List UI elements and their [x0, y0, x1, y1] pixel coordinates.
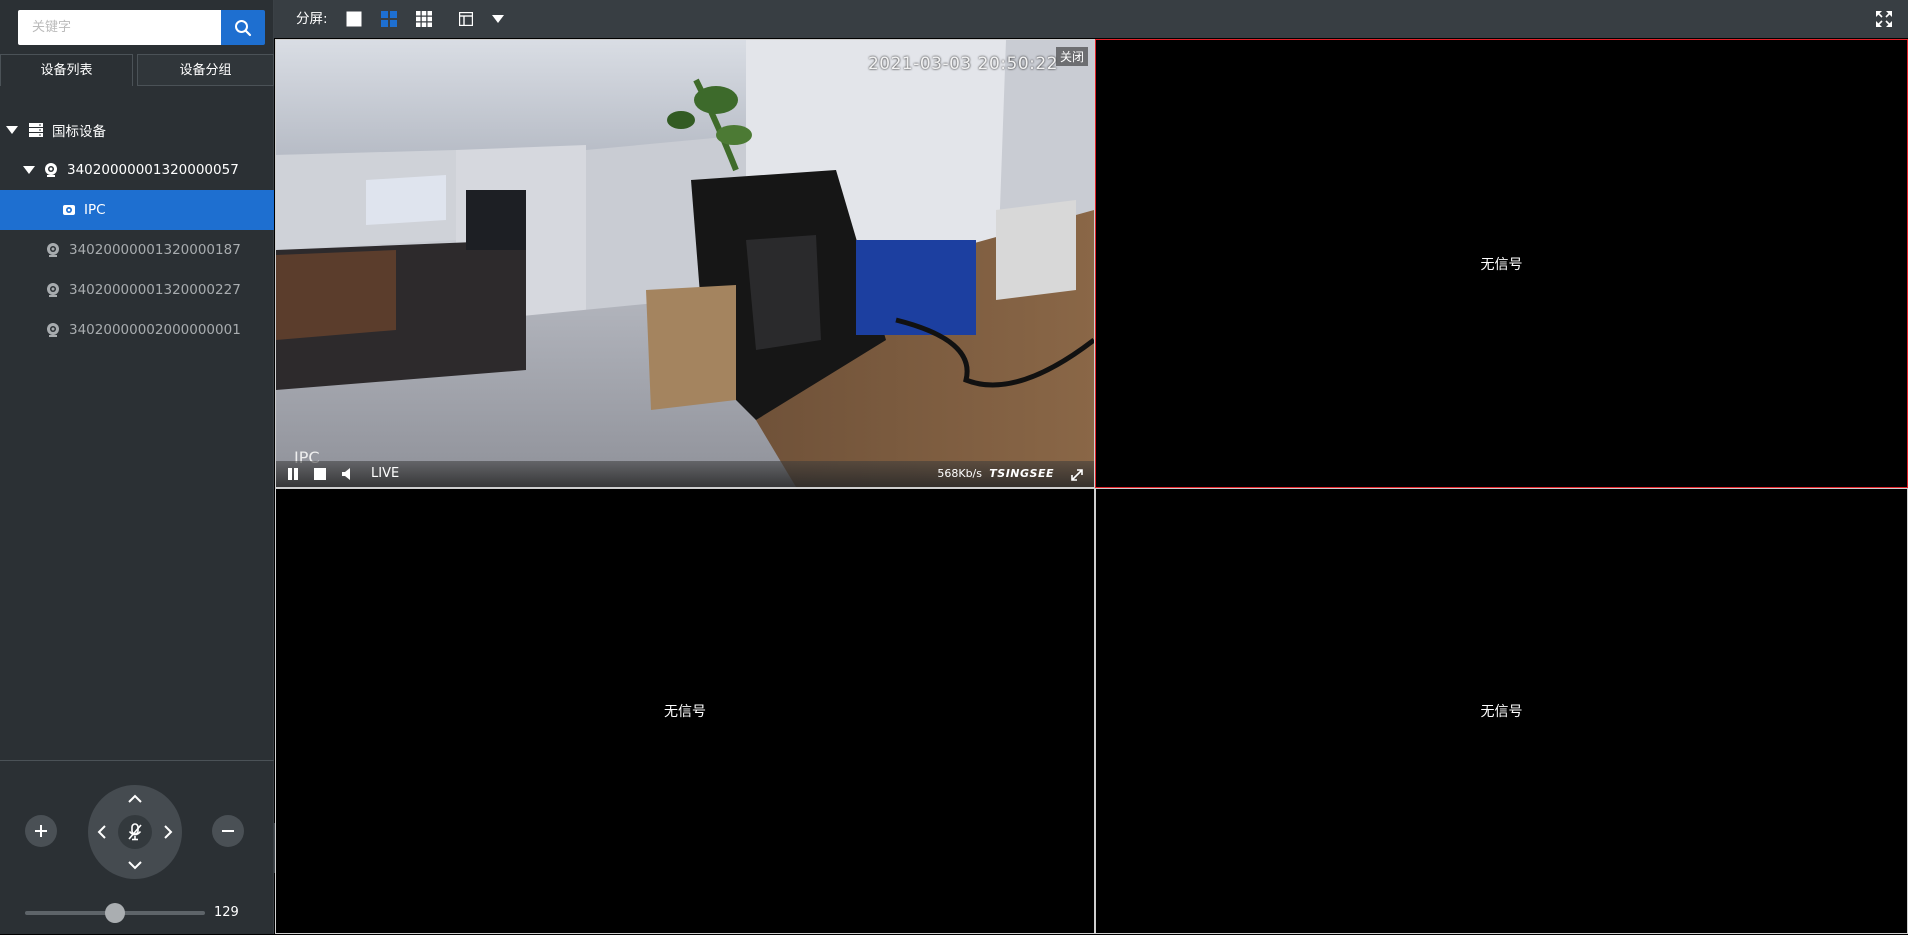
- video-pane-2[interactable]: 无信号: [1095, 39, 1908, 488]
- player-brand-logo: TSINGSEE: [989, 467, 1054, 480]
- player-control-bar: LIVE 568Kb/s TSINGSEE: [276, 461, 1094, 487]
- ptz-right-button[interactable]: [158, 822, 178, 842]
- video-pane-3[interactable]: 无信号: [275, 488, 1095, 934]
- caret-down-icon: [492, 15, 504, 23]
- osd-timestamp: 2021-03-03 20:50:22: [867, 54, 1058, 74]
- server-icon: [28, 122, 44, 138]
- live-label: LIVE: [371, 466, 400, 481]
- tree-device-item[interactable]: 34020000001320000227: [0, 270, 274, 310]
- pause-button[interactable]: [286, 467, 300, 481]
- tab-device-list[interactable]: 设备列表: [0, 54, 133, 86]
- device-id-label: 34020000001320000057: [67, 162, 239, 178]
- tree-channel-ipc[interactable]: IPC: [0, 190, 274, 230]
- ptz-panel: 129: [0, 760, 274, 935]
- chevron-up-icon: [128, 794, 142, 803]
- nine-split-icon: [416, 11, 432, 27]
- tree-device-item[interactable]: 34020000001320000057: [0, 150, 274, 190]
- caret-down-icon[interactable]: [6, 126, 18, 134]
- ptz-left-button[interactable]: [92, 822, 112, 842]
- talk-button[interactable]: [118, 815, 152, 849]
- zoom-in-button[interactable]: [25, 815, 57, 847]
- tree-device-item[interactable]: 34020000002000000001: [0, 310, 274, 350]
- device-id-label: 34020000002000000001: [69, 322, 241, 338]
- ptz-down-button[interactable]: [125, 855, 145, 875]
- ptz-up-button[interactable]: [125, 789, 145, 809]
- zoom-out-button[interactable]: [212, 815, 244, 847]
- camera-icon: [43, 162, 59, 178]
- quad-split-icon: [381, 11, 397, 27]
- chevron-down-icon: [128, 861, 142, 870]
- volume-button[interactable]: [340, 467, 354, 481]
- chevron-left-icon: [97, 825, 106, 839]
- pane-fullscreen-button[interactable]: [1070, 467, 1084, 481]
- tree-root-national-devices[interactable]: 国标设备: [0, 110, 274, 150]
- search-box: [18, 10, 265, 45]
- chevron-right-icon: [164, 825, 173, 839]
- search-input[interactable]: [18, 10, 221, 45]
- minus-icon: [222, 830, 234, 832]
- tab-device-group[interactable]: 设备分组: [137, 54, 274, 86]
- layout-dropdown-button[interactable]: [488, 9, 508, 29]
- toolbar: 分屏:: [274, 0, 1908, 38]
- microphone-muted-icon: [128, 823, 142, 841]
- ptz-speed-value: 129: [214, 905, 239, 920]
- video-pane-4[interactable]: 无信号: [1095, 488, 1908, 934]
- tree-root-label: 国标设备: [52, 124, 106, 140]
- fullscreen-button[interactable]: [1874, 9, 1894, 29]
- no-signal-text: 无信号: [1480, 256, 1523, 273]
- video-pane-1[interactable]: 2021-03-03 20:50:22 关闭 IPC LIVE 568Kb/s …: [275, 39, 1095, 488]
- no-signal-text: 无信号: [1480, 704, 1523, 720]
- layout-quad-button[interactable]: [379, 9, 399, 29]
- no-signal-text: 无信号: [664, 704, 706, 720]
- plus-icon: [35, 825, 47, 837]
- sidebar-tabs: 设备列表 设备分组: [0, 54, 274, 86]
- ptz-direction-pad: [88, 785, 182, 879]
- pause-icon: [288, 468, 298, 480]
- speaker-icon: [342, 468, 350, 480]
- custom-layout-icon: [459, 12, 473, 26]
- channel-label: IPC: [84, 202, 106, 218]
- layout-custom-button[interactable]: [456, 9, 476, 29]
- single-split-icon: [346, 11, 362, 27]
- sidebar: 设备列表 设备分组 国标设备: [0, 0, 274, 934]
- device-id-label: 34020000001320000187: [69, 242, 241, 258]
- tree-device-item[interactable]: 34020000001320000187: [0, 230, 274, 270]
- device-id-label: 34020000001320000227: [69, 282, 241, 298]
- ptz-speed-slider[interactable]: [25, 903, 205, 923]
- live-video-frame: [276, 40, 1094, 487]
- camera-icon: [45, 322, 61, 338]
- slider-thumb[interactable]: [105, 903, 125, 923]
- layout-single-button[interactable]: [344, 9, 364, 29]
- split-screen-label: 分屏:: [296, 11, 328, 27]
- stop-icon: [314, 468, 326, 480]
- search-icon: [235, 19, 252, 36]
- bitrate-readout: 568Kb/s: [937, 467, 982, 480]
- camera-icon: [45, 282, 61, 298]
- expand-icon: [1071, 469, 1083, 481]
- device-tree: 国标设备 34020000001320000057 IPC 3402000000…: [0, 110, 274, 350]
- search-button[interactable]: [221, 10, 265, 45]
- layout-nine-button[interactable]: [414, 9, 434, 29]
- channel-camera-icon: [62, 203, 76, 217]
- fullscreen-icon: [1876, 11, 1892, 27]
- stop-button[interactable]: [313, 467, 327, 481]
- close-pane-button[interactable]: 关闭: [1055, 47, 1088, 66]
- camera-icon: [45, 242, 61, 258]
- caret-down-icon[interactable]: [23, 166, 35, 174]
